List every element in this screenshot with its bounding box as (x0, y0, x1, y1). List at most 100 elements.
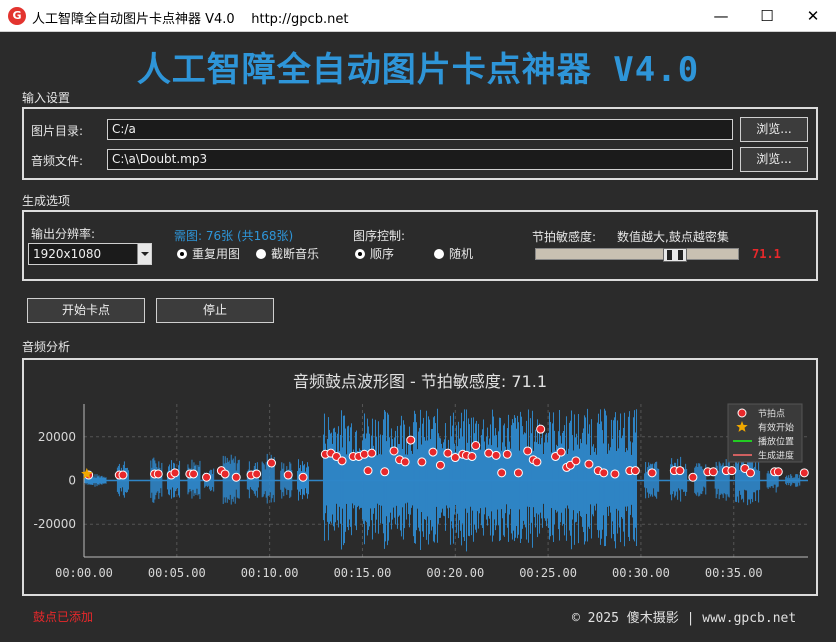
x-tick-label: 00:35.00 (705, 566, 763, 580)
beat-point (118, 470, 128, 480)
beat-point (599, 468, 609, 478)
reuse-images-label: 重复用图 (192, 247, 241, 261)
slider-handle[interactable] (663, 248, 687, 262)
copyright-footer: © 2025 傻木摄影 | www.gpcb.net (572, 611, 797, 626)
x-tick-label: 00:15.00 (334, 566, 392, 580)
order-control-label: 图序控制: (353, 229, 406, 243)
waveform-svg: 20000 0 -20000 00:00.00 00:05.00 00:10.00 00:1… (33, 403, 809, 580)
legend-label: 节拍点 (758, 408, 785, 420)
app-heading: 人工智障全自动图片卡点神器 V4.0 (136, 50, 700, 90)
radio-unselected-icon (256, 249, 266, 259)
beat-point (773, 467, 783, 477)
chevron-down-icon[interactable] (137, 244, 151, 264)
beat-point (450, 453, 460, 463)
reuse-images-radio[interactable]: 重复用图 (177, 246, 240, 262)
beat-point (610, 469, 620, 479)
x-tick-label: 00:05.00 (148, 566, 206, 580)
audio-file-label: 音频文件: (31, 154, 84, 168)
sensitivity-label: 节拍敏感度: (532, 230, 597, 244)
beat-point (571, 456, 581, 466)
title-bar[interactable]: G 人工智障全自动图片卡点神器 V4.0 http://gpcb.net — ☐… (0, 0, 836, 32)
status-message: 鼓点已添加 (33, 610, 94, 624)
beat-point (428, 447, 438, 457)
chart-title: 音频鼓点波形图 - 节拍敏感度: 71.1 (292, 372, 548, 391)
close-icon[interactable]: ✕ (790, 0, 836, 32)
image-dir-label: 图片目录: (31, 124, 84, 138)
beat-point (471, 441, 481, 451)
beat-point (523, 446, 533, 456)
legend-label: 有效开始 (758, 422, 794, 434)
beat-point (556, 447, 566, 457)
analysis-label: 音频分析 (22, 340, 71, 354)
y-tick-label: 0 (68, 474, 76, 488)
maximize-icon[interactable]: ☐ (744, 0, 790, 32)
beat-point (359, 449, 369, 459)
beat-point (153, 469, 163, 479)
sequential-label: 顺序 (370, 247, 395, 261)
beat-point (647, 468, 657, 478)
sequential-radio[interactable]: 顺序 (355, 246, 394, 262)
cut-music-label: 截断音乐 (271, 247, 320, 261)
radio-selected-icon (355, 249, 365, 259)
beat-point (675, 466, 685, 476)
beat-point (435, 460, 445, 470)
image-dir-input[interactable]: C:/a (107, 119, 733, 140)
resolution-value: 1920x1080 (33, 247, 102, 261)
random-label: 随机 (449, 247, 474, 261)
beat-point (417, 457, 427, 467)
minimize-icon[interactable]: — (698, 0, 744, 32)
legend-label: 播放位置 (758, 436, 794, 448)
beat-point (380, 467, 390, 477)
beat-point (202, 472, 212, 482)
beat-point (189, 469, 199, 479)
beat-point (170, 468, 180, 478)
beat-point (502, 449, 512, 459)
sensitivity-slider[interactable] (535, 248, 739, 262)
sensitivity-hint: 数值越大,鼓点越密集 (617, 230, 729, 244)
y-tick-label: -20000 (33, 517, 76, 531)
beat-point (630, 466, 640, 476)
beat-point (727, 466, 737, 476)
start-button[interactable]: 开始卡点 (27, 298, 145, 323)
beat-point (497, 468, 507, 478)
browse-audio-button[interactable]: 浏览... (740, 147, 808, 172)
legend-beat-symbol (737, 408, 747, 418)
stop-button[interactable]: 停止 (156, 298, 274, 323)
beat-point (467, 451, 477, 461)
beat-point (443, 448, 453, 458)
beat-point (220, 469, 230, 479)
audio-file-input[interactable]: C:\a\Doubt.mp3 (107, 149, 733, 170)
cut-music-radio[interactable]: 截断音乐 (256, 246, 319, 262)
beat-point (363, 466, 373, 476)
images-needed-text: 需图: 76张 (共168张) (174, 229, 294, 243)
beat-point (400, 457, 410, 467)
radio-selected-icon (177, 249, 187, 259)
sensitivity-value: 71.1 (752, 247, 781, 261)
beat-point (745, 468, 755, 478)
resolution-select[interactable]: 1920x1080 (28, 243, 152, 265)
beat-point (688, 472, 698, 482)
x-tick-label: 00:30.00 (612, 566, 670, 580)
beat-point (532, 457, 542, 467)
legend-label: 生成进度 (758, 450, 794, 462)
resolution-label: 输出分辨率: (31, 227, 96, 241)
beat-point (406, 435, 416, 445)
browse-image-dir-button[interactable]: 浏览... (740, 117, 808, 142)
beat-point (536, 424, 546, 434)
beat-point (298, 472, 308, 482)
x-tick-label: 00:10.00 (241, 566, 299, 580)
beat-point (252, 469, 262, 479)
waveform-chart: 20000 0 -20000 00:00.00 00:05.00 00:10.00 00:1… (22, 358, 818, 596)
input-settings-label: 输入设置 (22, 91, 71, 105)
window-title: 人工智障全自动图片卡点神器 V4.0 http://gpcb.net (32, 12, 349, 27)
x-tick-label: 00:25.00 (519, 566, 577, 580)
beat-point (266, 458, 276, 468)
beat-point (337, 456, 347, 466)
beat-point (708, 467, 718, 477)
beat-point (513, 468, 523, 478)
x-tick-label: 00:20.00 (426, 566, 484, 580)
beat-point (231, 472, 241, 482)
random-radio[interactable]: 随机 (434, 246, 473, 262)
y-tick-label: 20000 (38, 430, 76, 444)
beat-point (367, 448, 377, 458)
